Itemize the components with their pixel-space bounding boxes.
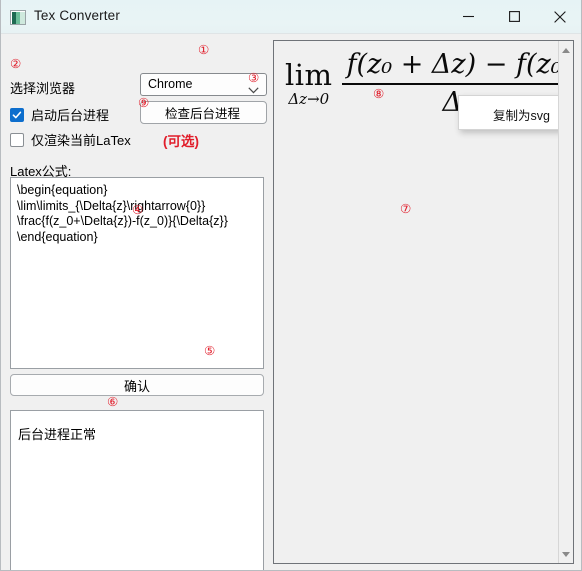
context-menu[interactable]: 复制为svg <box>458 95 565 130</box>
maximize-button[interactable] <box>491 0 537 33</box>
confirm-button[interactable]: 确认 <box>10 374 264 396</box>
status-output-text: 后台进程正常 <box>18 427 97 442</box>
maximize-icon <box>508 11 520 22</box>
left-panel: 选择浏览器 Chrome 检查后台进程 启动后台进程 仅渲染当前LaTex (可… <box>1 34 271 570</box>
checkbox-checked-icon <box>10 107 24 122</box>
browser-select-value: Chrome <box>148 77 193 91</box>
checkbox-render-current-label: 仅渲染当前LaTex <box>31 133 131 148</box>
limit-subscript-text: Δz→0 <box>288 89 330 108</box>
preview-scrollbar[interactable] <box>558 41 573 563</box>
browser-label: 选择浏览器 <box>10 81 76 96</box>
scroll-up-arrow-icon[interactable] <box>559 42 573 58</box>
checkbox-render-current[interactable]: 仅渲染当前LaTex <box>10 130 131 149</box>
close-icon <box>554 10 566 23</box>
optional-note: (可选) <box>163 134 199 149</box>
window-title: Tex Converter <box>34 8 120 23</box>
app-window: Tex Converter 选择浏览器 Chrome 检查后台进程 启动后台进程… <box>0 0 582 571</box>
context-menu-item-copy-as-svg[interactable]: 复制为svg <box>493 105 550 124</box>
minimize-icon <box>462 15 474 18</box>
limit-lim-text: lim <box>285 57 333 92</box>
preview-panel[interactable]: lim Δz→0 f(z₀ + Δz) − f(z₀) Δz 复制为svg <box>273 40 574 564</box>
latex-input[interactable]: \begin{equation} \lim\limits_{\Delta{z}\… <box>10 177 264 369</box>
scroll-down-arrow-icon[interactable] <box>559 546 573 562</box>
minimize-button[interactable] <box>445 0 491 33</box>
app-icon <box>10 10 26 25</box>
check-daemon-button[interactable]: 检查后台进程 <box>140 101 267 124</box>
title-bar: Tex Converter <box>1 0 581 34</box>
checkbox-start-daemon-label: 启动后台进程 <box>31 108 110 123</box>
limit-operator: lim Δz→0 <box>285 57 333 108</box>
browser-select[interactable]: Chrome <box>140 73 267 96</box>
close-button[interactable] <box>537 0 581 33</box>
checkbox-unchecked-icon <box>10 132 24 147</box>
checkbox-start-daemon[interactable]: 启动后台进程 <box>10 105 109 124</box>
status-output: 后台进程正常 <box>10 410 264 570</box>
latex-input-value: \begin{equation} \lim\limits_{\Delta{z}\… <box>17 183 228 244</box>
fraction-numerator: f(z₀ + Δz) − f(z₀) <box>346 49 573 80</box>
chevron-down-icon <box>248 81 259 99</box>
